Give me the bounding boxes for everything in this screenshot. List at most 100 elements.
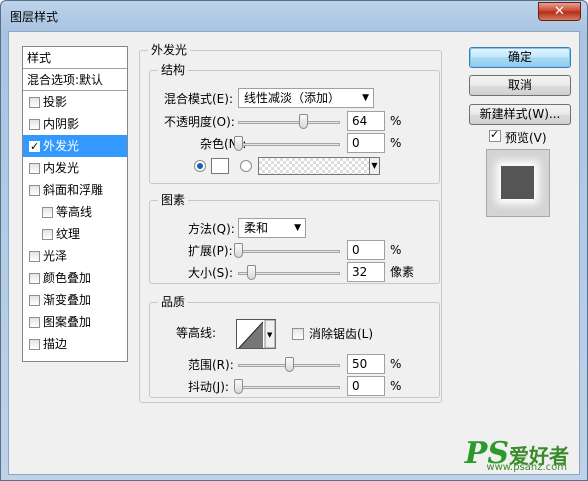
close-button[interactable]: ✕ xyxy=(538,2,581,21)
style-item[interactable]: 图案叠加 xyxy=(23,311,127,333)
style-item[interactable]: 渐变叠加 xyxy=(23,289,127,311)
opacity-label: 不透明度(O): xyxy=(164,115,235,129)
style-item-checkbox[interactable] xyxy=(29,273,40,284)
styles-header[interactable]: 样式 xyxy=(23,47,127,69)
style-item[interactable]: 内阴影 xyxy=(23,113,127,135)
style-item-label: 渐变叠加 xyxy=(43,293,92,307)
blend-mode-select[interactable]: 线性减淡（添加） ▼ xyxy=(238,88,374,108)
contour-picker[interactable]: ▼ xyxy=(236,319,276,349)
elements-group: 图素 方法(Q): 柔和 ▼ 扩展(P): 0 % 大小(S): 32 像素 xyxy=(149,193,440,284)
range-label: 范围(R): xyxy=(188,358,234,372)
slider-thumb[interactable] xyxy=(247,265,257,280)
opacity-percent: % xyxy=(390,114,402,128)
antialias-checkbox[interactable] xyxy=(292,328,304,340)
style-item-label: 光泽 xyxy=(43,249,68,263)
checkmark-icon: ✓ xyxy=(490,128,500,141)
style-item-checkbox[interactable] xyxy=(29,317,40,328)
contour-curve-icon: ▼ xyxy=(238,319,276,349)
slider-thumb[interactable] xyxy=(234,243,243,258)
size-unit: 像素 xyxy=(390,265,415,279)
style-item-checkbox[interactable] xyxy=(42,207,53,218)
style-item-checkbox[interactable] xyxy=(29,136,40,158)
watermark-url: www.psahz.com xyxy=(486,462,567,473)
glow-color-swatch[interactable] xyxy=(211,158,229,174)
chevron-down-icon[interactable]: ▼ xyxy=(369,158,379,174)
preview-thumbnail xyxy=(486,149,550,217)
style-item-checkbox[interactable] xyxy=(29,119,40,130)
gradient-picker[interactable]: ▼ xyxy=(258,157,380,175)
jitter-label: 抖动(J): xyxy=(188,380,229,394)
style-item[interactable]: 颜色叠加 xyxy=(23,267,127,289)
preview-checkbox[interactable]: ✓ xyxy=(489,128,501,142)
style-item[interactable]: 斜面和浮雕 xyxy=(23,179,127,201)
chevron-down-icon: ▼ xyxy=(294,223,301,233)
style-item[interactable]: 光泽 xyxy=(23,245,127,267)
style-item[interactable]: 描边 xyxy=(23,333,127,355)
antialias-label: 消除锯齿(L) xyxy=(309,327,374,341)
slider-track xyxy=(238,386,340,389)
contour-label: 等高线: xyxy=(176,326,217,340)
style-item-checkbox[interactable] xyxy=(42,229,53,240)
ok-button[interactable]: 确定 xyxy=(469,47,571,68)
noise-slider[interactable] xyxy=(234,136,340,152)
slider-thumb[interactable] xyxy=(234,136,243,151)
opacity-slider[interactable] xyxy=(238,114,340,130)
style-item-label: 内发光 xyxy=(43,161,80,175)
technique-select[interactable]: 柔和 ▼ xyxy=(238,218,306,238)
gradient-radio[interactable] xyxy=(240,160,252,172)
opacity-input[interactable]: 64 xyxy=(347,111,385,131)
range-input[interactable]: 50 xyxy=(347,354,385,374)
spread-slider[interactable] xyxy=(234,243,340,259)
size-input[interactable]: 32 xyxy=(347,262,385,282)
title-bar[interactable]: 图层样式 ✕ xyxy=(1,1,587,31)
range-slider[interactable] xyxy=(238,357,340,373)
style-item-checkbox[interactable] xyxy=(29,251,40,262)
blend-mode-value: 线性减淡（添加） xyxy=(244,91,341,105)
spread-label: 扩展(P): xyxy=(188,244,233,258)
style-item-checkbox[interactable] xyxy=(29,163,40,174)
slider-track xyxy=(238,250,340,253)
slider-thumb[interactable] xyxy=(285,357,294,372)
cancel-button[interactable]: 取消 xyxy=(469,75,571,96)
watermark: PS爱好者 www.psahz.com xyxy=(465,436,569,473)
style-item[interactable]: 等高线 xyxy=(23,201,127,223)
chevron-down-icon: ▼ xyxy=(362,93,369,103)
svg-text:▼: ▼ xyxy=(267,331,273,339)
noise-percent: % xyxy=(390,136,402,150)
dialog-client: 样式 混合选项:默认 投影内阴影外发光内发光斜面和浮雕等高线纹理光泽颜色叠加渐变… xyxy=(8,31,580,475)
style-item-checkbox[interactable] xyxy=(29,185,40,196)
style-item-checkbox[interactable] xyxy=(29,97,40,108)
solid-color-radio[interactable] xyxy=(194,160,206,172)
style-item[interactable]: 外发光 xyxy=(23,135,127,158)
noise-input[interactable]: 0 xyxy=(347,133,385,153)
jitter-input[interactable]: 0 xyxy=(347,376,385,396)
layer-style-dialog: 图层样式 ✕ 样式 混合选项:默认 投影内阴影外发光内发光斜面和浮雕等高线纹理光… xyxy=(0,0,588,481)
structure-group: 结构 混合模式(E): 线性减淡（添加） ▼ 不透明度(O): 64 % 杂色(… xyxy=(149,63,440,184)
jitter-percent: % xyxy=(390,379,402,393)
quality-group: 品质 等高线: ▼ 消除锯齿(L) 范围(R): 50 % 抖动(J): 0 % xyxy=(149,295,440,398)
jitter-slider[interactable] xyxy=(234,379,340,395)
style-item-label: 纹理 xyxy=(56,227,81,241)
style-item-label: 斜面和浮雕 xyxy=(43,183,104,197)
style-item[interactable]: 投影 xyxy=(23,91,127,113)
style-item-label: 内阴影 xyxy=(43,117,80,131)
new-style-button[interactable]: 新建样式(W)... xyxy=(469,104,571,125)
spread-input[interactable]: 0 xyxy=(347,240,385,260)
preview-label: 预览(V) xyxy=(505,131,547,145)
slider-thumb[interactable] xyxy=(299,114,309,129)
structure-title: 结构 xyxy=(158,63,189,77)
style-item-checkbox[interactable] xyxy=(29,295,40,306)
spread-percent: % xyxy=(390,243,402,257)
style-item-checkbox[interactable] xyxy=(29,339,40,350)
size-slider[interactable] xyxy=(238,265,340,281)
technique-label: 方法(Q): xyxy=(188,222,235,236)
style-item[interactable]: 内发光 xyxy=(23,157,127,179)
style-item-label: 颜色叠加 xyxy=(43,271,92,285)
style-item-label: 等高线 xyxy=(56,205,93,219)
blend-options-default[interactable]: 混合选项:默认 xyxy=(23,69,127,91)
slider-thumb[interactable] xyxy=(234,379,243,394)
size-label: 大小(S): xyxy=(188,266,234,280)
preview-square xyxy=(501,166,534,199)
style-item[interactable]: 纹理 xyxy=(23,223,127,245)
style-item-label: 图案叠加 xyxy=(43,315,92,329)
